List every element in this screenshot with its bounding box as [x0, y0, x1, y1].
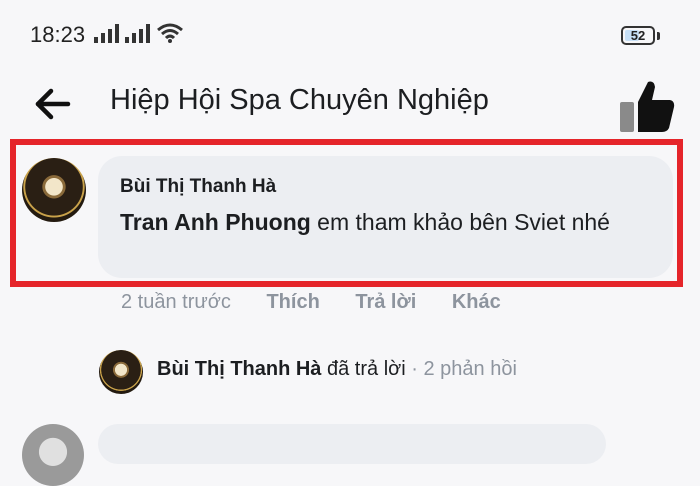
reply-button[interactable]: Trả lời [355, 291, 416, 314]
header: Hiệp Hội Spa Chuyên Nghiệp [0, 66, 700, 142]
status-bar: 18:23 52 [0, 0, 700, 66]
comment-actions: 2 tuần trước Thích Trả lời Khác [121, 291, 531, 314]
battery-percent: 52 [630, 28, 646, 43]
signal-icon [94, 24, 119, 43]
next-comment-bubble [98, 424, 606, 464]
more-button[interactable]: Khác [452, 291, 501, 314]
reply-author: Bùi Thị Thanh Hà [157, 358, 322, 380]
like-page-button[interactable] [618, 78, 676, 134]
next-commenter-avatar[interactable] [22, 424, 84, 486]
back-arrow-icon [35, 88, 71, 120]
back-button[interactable] [34, 86, 74, 122]
battery-icon: 52 [621, 26, 655, 45]
reply-avatar[interactable] [99, 350, 143, 394]
highlight-box [10, 139, 683, 287]
comment-time: 2 tuần trước [121, 291, 231, 313]
reply-count: · 2 phản hồi [405, 358, 517, 380]
battery-tip [657, 32, 660, 40]
view-replies-link[interactable]: Bùi Thị Thanh Hà đã trả lời · 2 phản hồi [157, 358, 517, 381]
like-button[interactable]: Thích [266, 291, 319, 314]
page-title: Hiệp Hội Spa Chuyên Nghiệp [110, 84, 489, 116]
thumbs-up-icon [620, 81, 675, 132]
signal-icon [125, 24, 150, 43]
status-time: 18:23 [30, 22, 86, 47]
wifi-icon [157, 23, 183, 43]
reply-verb: đã trả lời [321, 358, 406, 380]
